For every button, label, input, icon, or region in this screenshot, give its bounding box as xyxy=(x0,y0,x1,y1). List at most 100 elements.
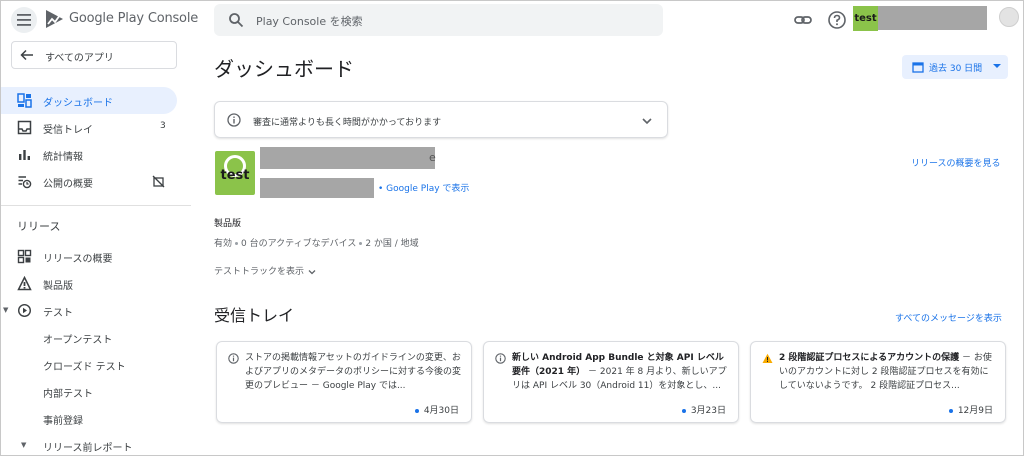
sidebar-divider xyxy=(1,205,191,206)
account-avatar[interactable] xyxy=(999,7,1019,27)
search-placeholder: Play Console を検索 xyxy=(256,15,363,28)
inbox-section-title: 受信トレイ xyxy=(214,306,295,325)
app-icon-text: test xyxy=(220,168,250,183)
app-thumb-text: test xyxy=(854,13,877,24)
view-all-messages-link[interactable]: すべてのメッセージを表示 xyxy=(895,311,1002,324)
view-link-label: Google Play で表示 xyxy=(386,184,470,194)
sidebar-item-open-testing[interactable]: オープンテスト xyxy=(1,324,177,351)
brand-name: Google Play Console xyxy=(69,11,199,26)
message-text: ストアの掲載情報アセットのガイドラインの変更、およびアプリのメタデータのポリシー… xyxy=(245,351,463,393)
message-title: 2 段階認証プロセスによるアカウントの保護 xyxy=(779,353,960,363)
help-icon[interactable] xyxy=(827,10,847,30)
sidebar-subitem-label: オープンテスト xyxy=(43,335,113,346)
sidebar-item-inbox[interactable]: 受信トレイ 3 xyxy=(1,114,177,141)
inbox-message-card[interactable]: 新しい Android App Bundle と対象 API レベル要件（202… xyxy=(483,341,739,423)
inbox-message-card[interactable]: ストアの掲載情報アセットのガイドラインの変更、およびアプリのメタデータのポリシー… xyxy=(216,341,472,423)
sidebar-item-release-overview[interactable]: リリースの概要 xyxy=(1,243,177,270)
search-bar[interactable]: Play Console を検索 xyxy=(214,4,663,36)
sidebar-item-label: リリース前レポート xyxy=(43,443,133,454)
redacted-app-title xyxy=(260,147,435,169)
sidebar-item-publishing-overview[interactable]: 公開の概要 xyxy=(1,168,177,195)
app-title-tail: e xyxy=(429,151,436,164)
show-tracks-label: テストトラックを表示 xyxy=(214,267,305,277)
message-date: 12月9日 xyxy=(948,403,993,416)
sidebar-subitem-label: 内部テスト xyxy=(43,389,93,400)
sidebar-item-label: ダッシュボード xyxy=(43,98,113,109)
play-console-logo-icon xyxy=(46,10,63,28)
release-overview-icon xyxy=(17,249,32,264)
play-console-window: Google Play Console Play Console を検索 tes… xyxy=(0,0,1024,456)
production-status: 有効 0 台のアクティブなデバイス 2 か国 / 地域 xyxy=(214,236,419,249)
sidebar: すべてのアプリ ダッシュボード 受信トレイ 3 統計情報 公開の概要 リリース … xyxy=(1,39,191,455)
sidebar-item-dashboard[interactable]: ダッシュボード xyxy=(1,87,177,114)
message-date: 3月23日 xyxy=(681,403,726,416)
sidebar-item-label: リリースの概要 xyxy=(43,254,113,265)
countries-count: 2 か国 / 地域 xyxy=(365,239,419,249)
sidebar-item-label: 受信トレイ xyxy=(43,125,93,136)
message-date: 4月30日 xyxy=(414,403,459,416)
info-icon xyxy=(227,113,241,127)
sidebar-item-internal-testing[interactable]: 内部テスト xyxy=(1,378,177,405)
inbox-message-card[interactable]: 2 段階認証プロセスによるアカウントの保護 － お使いのアカウントに対し 2 段… xyxy=(750,341,1006,423)
production-icon xyxy=(17,276,32,291)
top-bar: Google Play Console Play Console を検索 tes… xyxy=(1,1,1023,39)
message-date-text: 4月30日 xyxy=(423,406,459,416)
sidebar-item-closed-testing[interactable]: クローズド テスト xyxy=(1,351,177,378)
info-icon xyxy=(495,353,506,364)
app-selector-thumbnail[interactable]: test xyxy=(853,6,878,31)
sidebar-item-production[interactable]: 製品版 xyxy=(1,270,177,297)
calendar-icon xyxy=(912,62,924,73)
message-text: 2 段階認証プロセスによるアカウントの保護 － お使いのアカウントに対し 2 段… xyxy=(779,351,997,393)
message-date-text: 3月23日 xyxy=(690,406,726,416)
view-on-google-play-link[interactable]: • Google Play で表示 xyxy=(378,181,469,194)
all-apps-label: すべてのアプリ xyxy=(45,53,114,64)
bar-chart-icon xyxy=(19,150,30,160)
message-date-text: 12月9日 xyxy=(957,406,993,416)
inbox-count-badge: 3 xyxy=(160,121,166,131)
production-status-value: 有効 xyxy=(214,239,233,249)
view-release-overview-link[interactable]: リリースの概要を見る xyxy=(911,156,1001,169)
active-devices: 0 台のアクティブなデバイス xyxy=(241,239,357,249)
sidebar-subitem-label: クローズド テスト xyxy=(43,362,126,373)
notice-text: 審査に通常よりも長く時間がかかっております xyxy=(253,118,442,128)
message-body: ストアの掲載情報アセットのガイドラインの変更、およびアプリのメタデータのポリシー… xyxy=(245,353,462,391)
link-icon[interactable] xyxy=(793,10,813,30)
sidebar-item-testing[interactable]: ▼ テスト xyxy=(1,297,177,324)
review-delay-notice[interactable]: 審査に通常よりも長く時間がかかっております xyxy=(214,101,668,138)
dropdown-arrow-icon xyxy=(993,64,1001,68)
chevron-down-icon[interactable] xyxy=(640,114,654,128)
date-range-label: 過去 30 日間 xyxy=(929,64,983,74)
redacted-app-name[interactable] xyxy=(878,6,987,30)
inbox-icon xyxy=(17,120,32,135)
sidebar-item-label: テスト xyxy=(43,308,73,319)
date-range-button[interactable]: 過去 30 日間 xyxy=(902,55,1008,79)
show-test-tracks-toggle[interactable]: テストトラックを表示 xyxy=(214,264,317,277)
main-content: ダッシュボード 過去 30 日間 審査に通常よりも長く時間がかかっております t… xyxy=(191,39,1023,455)
publishing-overview-icon xyxy=(18,176,32,189)
managed-publishing-off-icon xyxy=(152,175,165,188)
menu-button[interactable] xyxy=(11,7,37,33)
redacted-package-name xyxy=(260,178,374,198)
release-section-title: リリース xyxy=(17,220,61,233)
search-icon xyxy=(229,13,244,28)
sidebar-item-pre-launch-report[interactable]: ▼ リリース前レポート xyxy=(1,432,177,455)
sidebar-item-pre-registration[interactable]: 事前登録 xyxy=(1,405,177,432)
hamburger-icon xyxy=(17,14,31,26)
all-apps-button[interactable]: すべてのアプリ xyxy=(11,41,177,69)
production-title: 製品版 xyxy=(214,219,242,229)
arrow-back-icon xyxy=(20,49,33,61)
sidebar-item-label: 製品版 xyxy=(43,281,73,292)
sidebar-item-statistics[interactable]: 統計情報 xyxy=(1,141,177,168)
page-title: ダッシュボード xyxy=(214,57,354,81)
sidebar-subitem-label: 事前登録 xyxy=(43,416,83,427)
sidebar-item-label: 公開の概要 xyxy=(43,179,93,190)
sidebar-item-label: 統計情報 xyxy=(43,152,83,163)
info-icon xyxy=(228,353,239,364)
expand-caret-icon[interactable]: ▼ xyxy=(3,306,8,314)
message-text: 新しい Android App Bundle と対象 API レベル要件（202… xyxy=(512,351,730,393)
testing-icon xyxy=(17,303,32,318)
warning-icon xyxy=(762,353,773,363)
expand-caret-icon[interactable]: ▼ xyxy=(21,441,26,449)
app-icon: test xyxy=(215,151,255,195)
chevron-down-icon xyxy=(308,269,316,274)
